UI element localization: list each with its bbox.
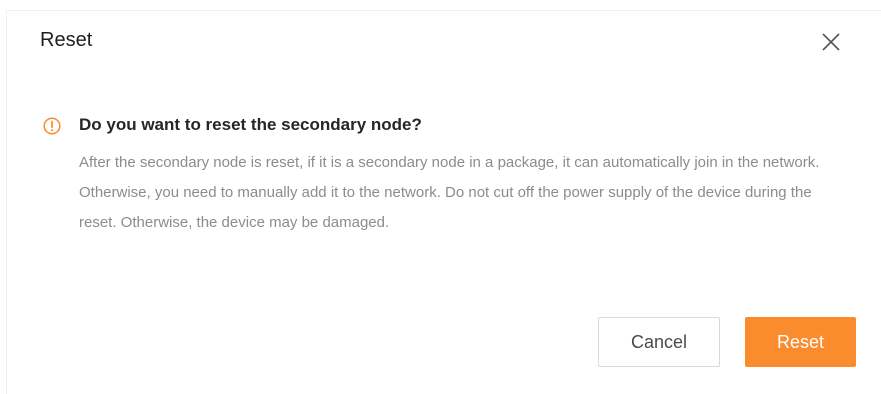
reset-dialog: Reset Do you want to reset the secondary… [6, 10, 881, 394]
close-icon [822, 33, 840, 51]
confirm-question: Do you want to reset the secondary node? [79, 115, 422, 134]
close-button[interactable] [818, 29, 844, 55]
cancel-button[interactable]: Cancel [598, 317, 720, 367]
warning-icon [43, 117, 61, 135]
reset-button[interactable]: Reset [745, 317, 856, 367]
dialog-title: Reset [40, 29, 93, 51]
confirm-message: After the secondary node is reset, if it… [79, 154, 820, 231]
